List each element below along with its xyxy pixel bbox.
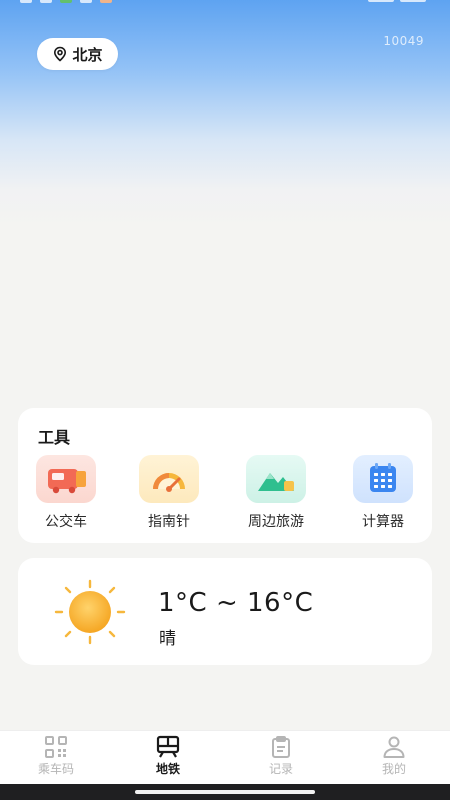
status-icon — [80, 0, 92, 3]
code-text: 10049 — [383, 34, 424, 48]
mountain-icon — [246, 455, 306, 503]
home-indicator[interactable] — [135, 790, 315, 794]
compass-icon — [139, 455, 199, 503]
signal-icon — [368, 0, 394, 2]
temperature-range: 1°C ~ 16°C — [158, 588, 314, 618]
tool-label: 指南针 — [148, 514, 190, 530]
tool-label: 公交车 — [45, 514, 87, 530]
weather-card[interactable]: 1°C ~ 16°C 晴 — [18, 558, 432, 665]
tab-subway[interactable]: 地铁 — [112, 731, 224, 785]
tab-ride-code[interactable]: 乘车码 — [0, 731, 112, 785]
location-city: 北京 — [72, 45, 103, 64]
clipboard-icon — [272, 736, 290, 758]
tab-label: 记录 — [268, 762, 293, 776]
tool-label: 计算器 — [362, 514, 404, 530]
status-icons-left — [20, 0, 112, 4]
status-icon — [20, 0, 32, 3]
location-selector[interactable]: 北京 — [37, 38, 118, 70]
tool-bus[interactable]: 公交车 — [26, 455, 106, 535]
tools-card: 工具 公交车 指南针 周边旅游 计算器 — [18, 408, 432, 543]
qr-code-icon — [45, 736, 67, 758]
tab-mine[interactable]: 我的 — [338, 731, 450, 785]
system-navigation-bar — [0, 784, 450, 800]
bus-icon — [36, 455, 96, 503]
status-icons-right — [368, 0, 426, 4]
app-notification-icon — [100, 0, 112, 3]
tool-compass[interactable]: 指南针 — [129, 455, 209, 535]
tools-title: 工具 — [38, 428, 71, 447]
tool-travel[interactable]: 周边旅游 — [236, 455, 316, 535]
wechat-icon — [60, 0, 72, 3]
bottom-tab-bar: 乘车码 地铁 记录 我的 — [0, 730, 450, 785]
sun-icon — [54, 579, 126, 645]
app-screen: 北京 10049 工具 公交车 指南针 周边旅游 计算器 1°C ~ 16°C … — [0, 0, 450, 800]
tab-records[interactable]: 记录 — [225, 731, 337, 785]
tab-label: 地铁 — [155, 762, 180, 776]
tab-label: 乘车码 — [37, 762, 74, 776]
tab-label: 我的 — [381, 762, 406, 776]
status-bar — [0, 0, 450, 14]
wifi-icon — [400, 0, 426, 2]
calculator-icon — [353, 455, 413, 503]
weather-condition: 晴 — [159, 629, 176, 649]
location-pin-icon — [54, 46, 67, 62]
subway-icon — [156, 735, 180, 758]
status-icon — [40, 0, 52, 3]
tool-label: 周边旅游 — [248, 514, 304, 530]
tool-calculator[interactable]: 计算器 — [343, 455, 423, 535]
person-icon — [383, 736, 405, 758]
